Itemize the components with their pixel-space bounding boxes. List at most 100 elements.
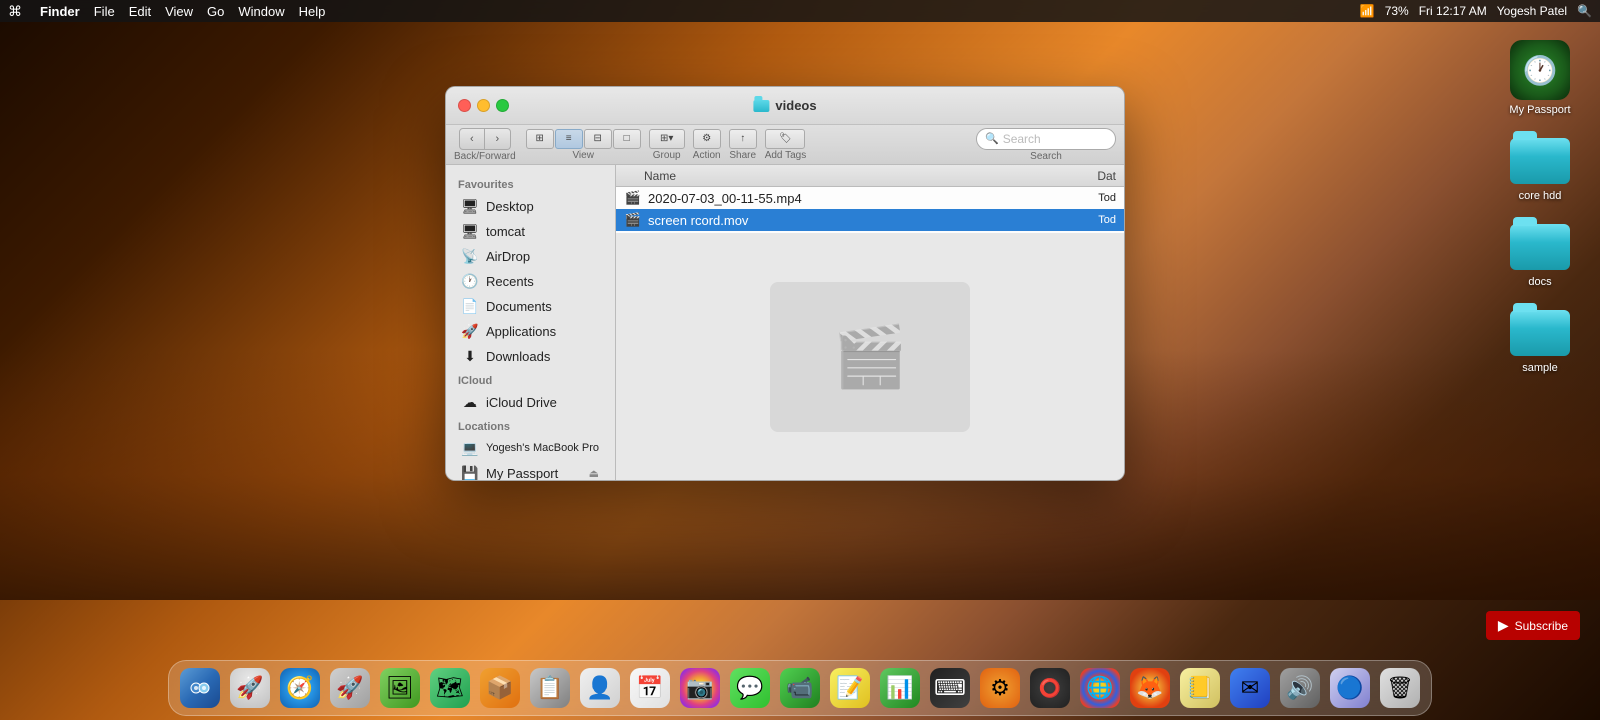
launchpad-icon: 🚀 [230,668,270,708]
action-label: Action [693,150,721,161]
desktop-icon-docs[interactable]: docs [1500,222,1580,288]
icloud-section-title: iCloud [446,369,615,389]
dock-item-obs[interactable]: ⭕ [1027,665,1073,711]
dock-item-terminal[interactable]: ⌨ [927,665,973,711]
dock-item-firefox[interactable]: 🦊 [1127,665,1173,711]
dock-item-calendar[interactable]: 📅 [627,665,673,711]
traffic-lights [458,99,509,112]
dock-item-trash[interactable]: 🗑 [1377,665,1423,711]
dock-item-sysref[interactable]: ⚙ [977,665,1023,711]
dock-item-numbers[interactable]: 📊 [877,665,923,711]
window-title: videos [775,98,816,113]
finder-content: Favourites 🖥 Desktop 🖥 tomcat 📡 AirDrop … [446,165,1124,480]
dock-item-rocket[interactable]: 🚀 [327,665,373,711]
sidebar-item-mypassport[interactable]: 💾 My Passport ⏏ [450,461,611,480]
view-list-button[interactable]: ≡ [555,129,583,149]
close-button[interactable] [458,99,471,112]
menubar-wifi-icon[interactable]: 📶 [1360,4,1375,18]
share-button[interactable]: ↑ [729,129,757,149]
mov-file-date: Tod [1056,214,1116,226]
sidebar-item-recents[interactable]: 🕐 Recents [450,269,611,293]
file-row-mov[interactable]: 🎬 screen rcord.mov Tod [616,209,1124,231]
mp4-file-name: 2020-07-03_00-11-55.mp4 [648,191,1056,206]
dock-item-airmail[interactable]: ✉ [1227,665,1273,711]
back-button[interactable]: ‹ [459,128,485,150]
photos-icon: 📷 [680,668,720,708]
maximize-button[interactable] [496,99,509,112]
dock-item-sound[interactable]: 🔊 [1277,665,1323,711]
minimize-button[interactable] [477,99,490,112]
menubar-battery: 73% [1385,4,1409,18]
trash-icon: 🗑 [1380,668,1420,708]
mp4-file-icon: 🎬 [624,190,642,206]
view-label: View [572,150,594,161]
sysref-icon: ⚙ [980,668,1020,708]
dock-item-contacts[interactable]: 👤 [577,665,623,711]
view-gallery-button[interactable]: □ [613,129,641,149]
sidebar-item-macbook[interactable]: 💻 Yogesh's MacBook Pro [450,436,611,460]
subscribe-badge[interactable]: ▶ Subscribe [1486,611,1580,640]
desktop-icon-label-mypassport: My Passport [1509,104,1570,116]
sidebar-item-tomcat[interactable]: 🖥 tomcat [450,219,611,243]
dock-item-chrome[interactable]: 🌐 [1077,665,1123,711]
dock-item-maps[interactable]: 🗺 [427,665,473,711]
file-headers: Name Dat [616,165,1124,187]
messages-icon: 💬 [730,668,770,708]
mp4-file-date: Tod [1056,192,1116,204]
sidebar-item-icloud[interactable]: ☁ iCloud Drive [450,390,611,414]
addtags-button[interactable]: 🏷 [765,129,805,149]
sidebar-item-documents[interactable]: 📄 Documents [450,294,611,318]
apple-menu[interactable]: ⌘ [8,3,22,20]
contacts-icon: 👤 [580,668,620,708]
preview-icon: 🖼 [380,668,420,708]
view-icon-button[interactable]: ⊞ [526,129,554,149]
desktop-icon-label-corehdd: core hdd [1519,190,1562,202]
dock-item-stickies[interactable]: 📝 [827,665,873,711]
desktop-icon-mypassport[interactable]: 🕐 My Passport [1500,40,1580,116]
dock-item-safari[interactable]: 🧭 [277,665,323,711]
menu-edit[interactable]: Edit [129,4,151,19]
sidebar-label-icloud: iCloud Drive [486,395,557,410]
eject-icon[interactable]: ⏏ [589,467,599,480]
mypassport-icon: 💾 [462,465,478,480]
file-row-mp4[interactable]: 🎬 2020-07-03_00-11-55.mp4 Tod [616,187,1124,209]
titlebar: videos [446,87,1124,125]
dock-item-photos[interactable]: 📷 [677,665,723,711]
menubar-search-icon[interactable]: 🔍 [1577,4,1592,18]
dock-item-launchpad[interactable]: 🚀 [227,665,273,711]
sidebar-item-airdrop[interactable]: 📡 AirDrop [450,244,611,268]
forward-button[interactable]: › [485,128,511,150]
view-column-button[interactable]: ⊟ [584,129,612,149]
dock-item-finder[interactable] [177,665,223,711]
menu-view[interactable]: View [165,4,193,19]
action-button[interactable]: ⚙ [693,129,721,149]
menu-go[interactable]: Go [207,4,224,19]
group-button[interactable]: ⊞▾ [649,129,685,149]
dock-item-stickies2[interactable]: 📋 [527,665,573,711]
sidebar-label-mypassport: My Passport [486,466,558,481]
menu-help[interactable]: Help [299,4,326,19]
header-name[interactable]: Name [624,169,1036,183]
app-name[interactable]: Finder [40,4,80,19]
desktop-icon-sample[interactable]: sample [1500,308,1580,374]
sidebar-item-applications[interactable]: 🚀 Applications [450,319,611,343]
dock-item-facetime[interactable]: 📹 [777,665,823,711]
header-date[interactable]: Dat [1036,169,1116,183]
menu-window[interactable]: Window [238,4,284,19]
rocket-icon: 🚀 [330,668,370,708]
share-label: Share [729,150,756,161]
search-label: Search [1030,151,1062,162]
dock-item-messages[interactable]: 💬 [727,665,773,711]
sidebar-label-airdrop: AirDrop [486,249,530,264]
numbers-icon: 📊 [880,668,920,708]
sidebar-item-downloads[interactable]: ⬇ Downloads [450,344,611,368]
search-box[interactable]: 🔍 Search [976,128,1116,150]
dock-item-bt[interactable]: 🔵 [1327,665,1373,711]
dock-item-preview[interactable]: 🖼 [377,665,423,711]
dock-item-archiver[interactable]: 📦 [477,665,523,711]
sidebar-item-desktop[interactable]: 🖥 Desktop [450,194,611,218]
menu-file[interactable]: File [94,4,115,19]
desktop-icon-corehdd[interactable]: core hdd [1500,136,1580,202]
dock-item-notes[interactable]: 📒 [1177,665,1223,711]
folder-icon [753,100,769,112]
